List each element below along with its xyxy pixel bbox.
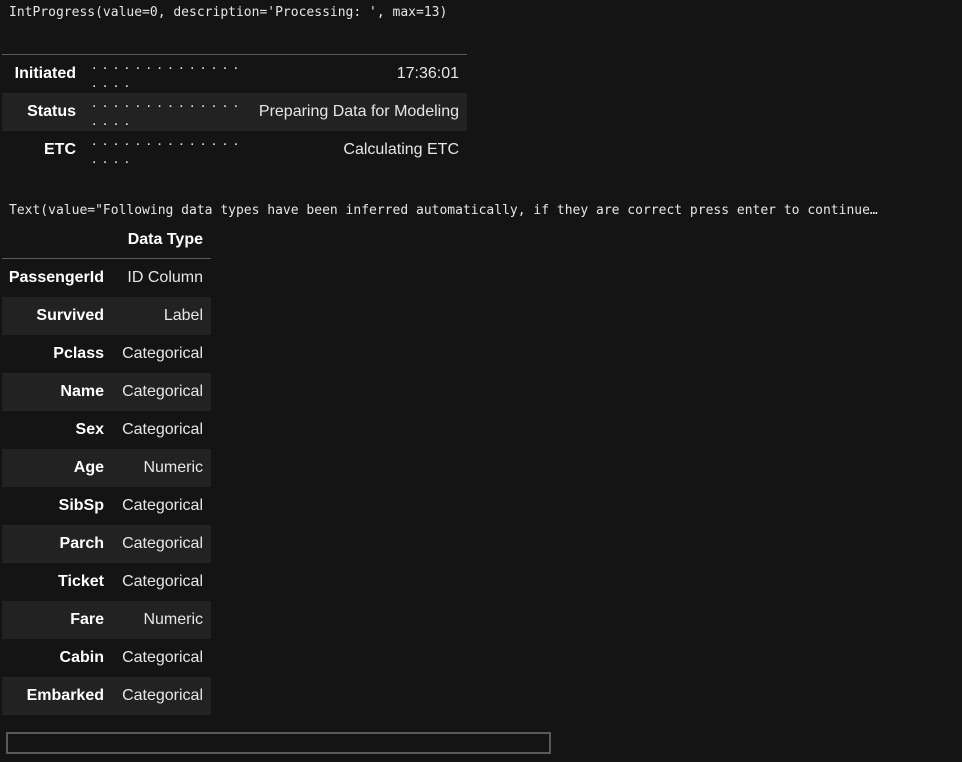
feature-name: Name <box>60 383 104 400</box>
feature-name: Cabin <box>59 649 104 666</box>
feature-type: Categorical <box>122 497 203 514</box>
table-row: Age Numeric <box>2 449 211 487</box>
feature-name: Ticket <box>58 573 104 590</box>
feature-name: Embarked <box>26 687 104 704</box>
table-row: Pclass Categorical <box>2 335 211 373</box>
table-row: Cabin Categorical <box>2 639 211 677</box>
table-row: Ticket Categorical <box>2 563 211 601</box>
feature-type: Categorical <box>122 649 203 666</box>
feature-name: PassengerId <box>8 269 104 286</box>
feature-type: Categorical <box>122 535 203 552</box>
feature-name: Survived <box>36 307 104 324</box>
table-row: PassengerId ID Column <box>2 259 211 297</box>
text-widget-repr: Text(value="Following data types have be… <box>9 203 878 218</box>
column-header-data-type: Data Type <box>127 231 203 248</box>
status-row-value: Preparing Data for Modeling <box>258 103 459 120</box>
feature-type: Numeric <box>143 611 203 628</box>
feature-name: SibSp <box>58 497 104 514</box>
status-row-label: Status <box>27 103 76 120</box>
feature-type: Label <box>163 307 203 324</box>
feature-name: Fare <box>70 611 104 628</box>
intprogress-repr-text: IntProgress(value=0, description='Proces… <box>9 5 448 20</box>
table-row: Sex Categorical <box>2 411 211 449</box>
feature-type: ID Column <box>127 269 203 286</box>
status-row-dots: . . . . . . . . . . . . . . . . . . <box>92 56 240 91</box>
data-type-table: Data Type PassengerId ID Column Survived… <box>2 222 211 715</box>
status-row-dots: . . . . . . . . . . . . . . . . . . <box>92 94 240 129</box>
feature-type: Categorical <box>122 345 203 362</box>
table-row: SibSp Categorical <box>2 487 211 525</box>
status-row-status: Status . . . . . . . . . . . . . . . . .… <box>2 93 467 131</box>
status-row-dots: . . . . . . . . . . . . . . . . . . <box>92 132 240 167</box>
status-row-etc: ETC . . . . . . . . . . . . . . . . . . … <box>2 131 467 169</box>
feature-name: Sex <box>75 421 104 438</box>
table-row: Parch Categorical <box>2 525 211 563</box>
feature-name: Parch <box>59 535 104 552</box>
feature-type: Categorical <box>122 573 203 590</box>
feature-type: Categorical <box>122 687 203 704</box>
status-row-value: Calculating ETC <box>343 141 459 158</box>
status-table: Initiated . . . . . . . . . . . . . . . … <box>2 54 467 169</box>
table-row: Fare Numeric <box>2 601 211 639</box>
status-row-initiated: Initiated . . . . . . . . . . . . . . . … <box>2 55 467 93</box>
table-header: Data Type <box>2 222 211 259</box>
confirm-input-field[interactable] <box>6 732 551 754</box>
feature-name: Age <box>73 459 104 476</box>
table-row: Name Categorical <box>2 373 211 411</box>
feature-type: Categorical <box>122 421 203 438</box>
table-row: Embarked Categorical <box>2 677 211 715</box>
table-row: Survived Label <box>2 297 211 335</box>
feature-type: Categorical <box>122 383 203 400</box>
status-row-label: Initiated <box>14 65 76 82</box>
status-row-label: ETC <box>44 141 76 158</box>
feature-type: Numeric <box>143 459 203 476</box>
feature-name: Pclass <box>53 345 104 362</box>
status-row-value: 17:36:01 <box>396 65 459 82</box>
